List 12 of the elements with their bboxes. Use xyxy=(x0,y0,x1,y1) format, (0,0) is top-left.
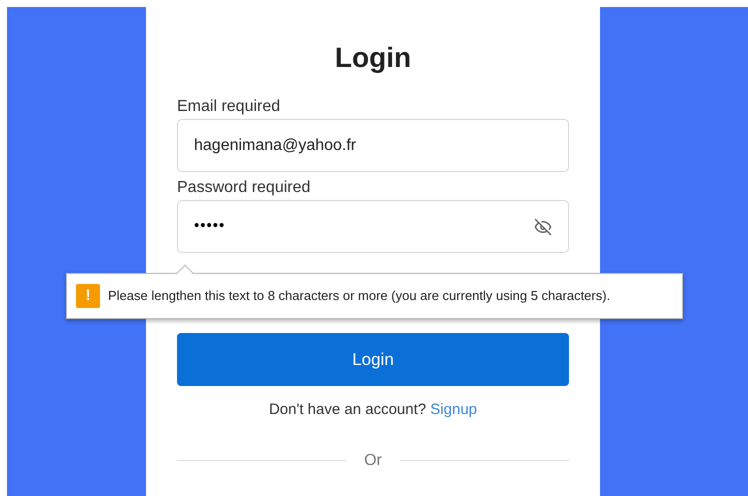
password-field[interactable]: ••••• xyxy=(177,200,569,253)
signup-prompt: Don't have an account? Signup xyxy=(268,400,478,420)
signup-link[interactable]: Signup xyxy=(430,401,478,418)
login-title: Login xyxy=(334,41,412,75)
hide-password-icon[interactable] xyxy=(534,218,552,236)
email-field[interactable]: hagenimana@yahoo.fr xyxy=(177,119,569,172)
login-button[interactable]: Login xyxy=(177,333,569,386)
field-label: Password required xyxy=(177,178,312,198)
warning-icon: ! xyxy=(76,284,100,308)
tooltip-message: Please lengthen this text to 8 characters or more (you are currently using 5 characters). xyxy=(108,287,610,306)
or-divider-text: Or xyxy=(364,450,382,470)
field-label: Email required xyxy=(177,97,282,117)
